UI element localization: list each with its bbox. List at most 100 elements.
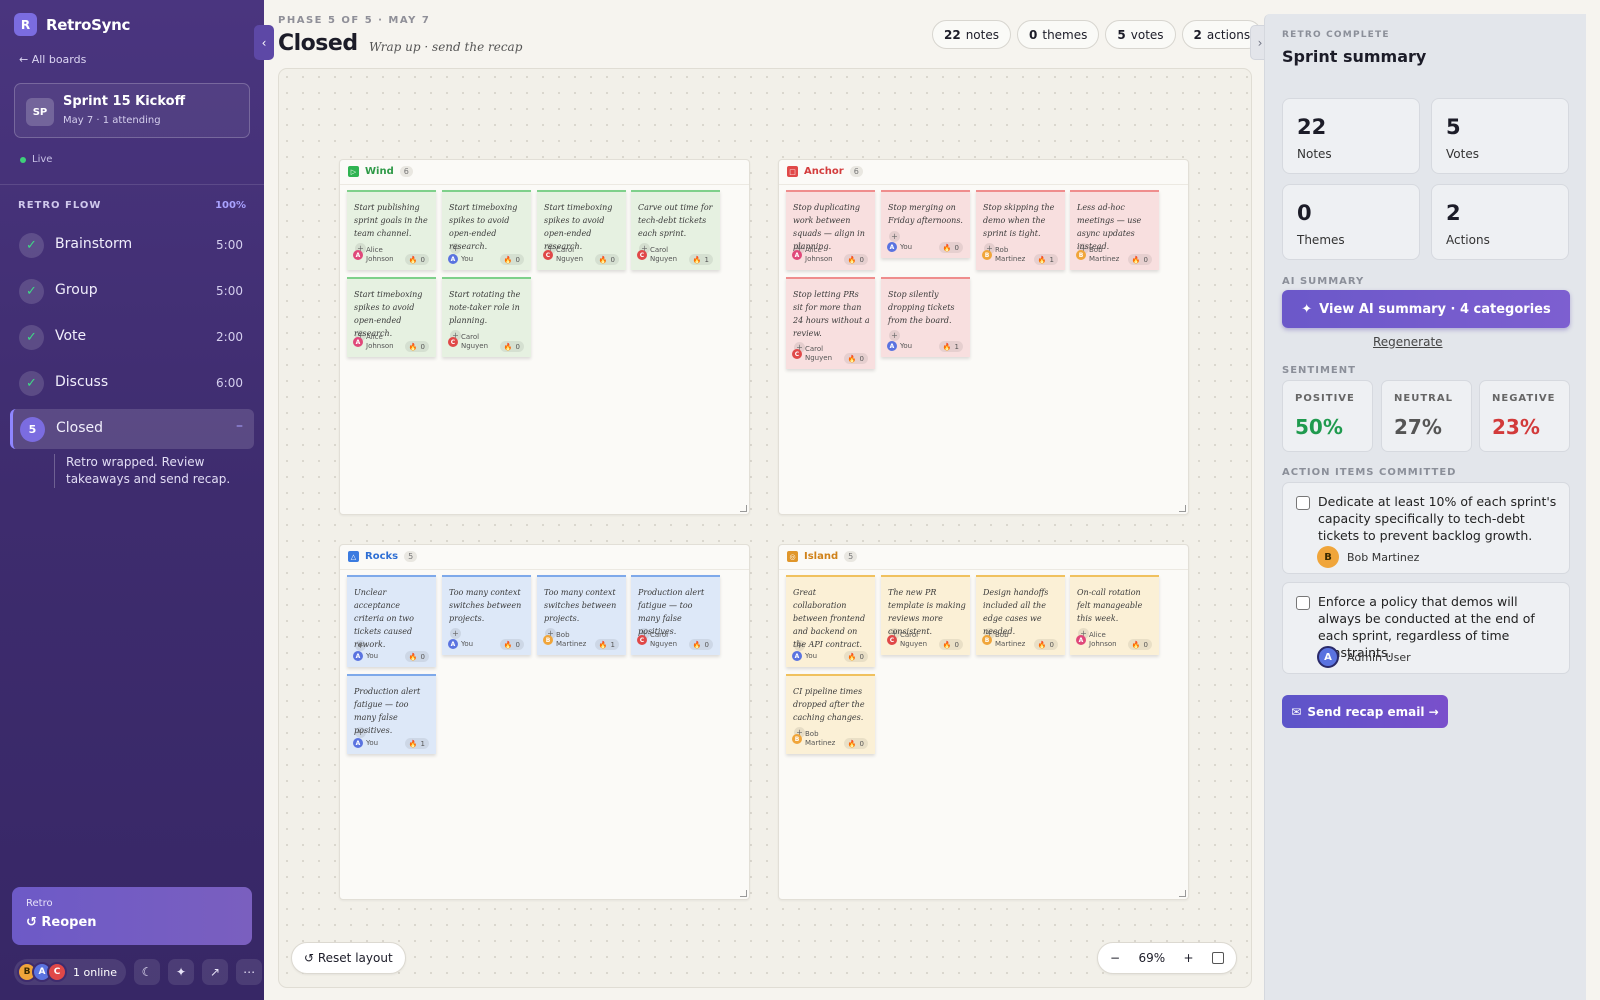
add-reaction-icon[interactable]: + [355,640,366,651]
sticky-note[interactable]: The new PR template is making reviews mo… [881,575,970,655]
vote-value: 0 [704,640,709,649]
sticky-note[interactable]: CI pipeline times dropped after the cach… [786,674,875,754]
sentiment-positive: POSITIVE 50% [1282,380,1373,452]
summary-title: Sprint summary [1282,47,1427,66]
zone-anchor[interactable]: □ Anchor 6 Stop duplicating work between… [778,159,1189,515]
vote-count[interactable]: 🔥 0 [1033,639,1058,650]
reopen-card[interactable]: Retro ↺ Reopen [12,887,252,945]
vote-count[interactable]: 🔥 0 [843,254,868,265]
wind-icon: ▷ [348,166,359,177]
board-avatar: SP [26,98,54,126]
sticky-note[interactable]: Carve out time for tech-debt tickets eac… [631,190,720,270]
vote-count[interactable]: 🔥 1 [938,341,963,352]
vote-count[interactable]: 🔥 0 [404,651,429,662]
presence[interactable]: B A C 1 online [14,959,127,985]
avatar: A [353,250,363,260]
step-group[interactable]: ✓ Group 5:00 [10,271,254,311]
vote-count[interactable]: 🔥 0 [499,341,524,352]
sticky-note[interactable]: On-call rotation felt manageable this we… [1070,575,1159,655]
view-ai-summary-button[interactable]: ✦ View AI summary · 4 categories [1282,290,1570,328]
vote-count[interactable]: 🔥 0 [843,651,868,662]
resize-handle-icon[interactable] [740,890,747,897]
vote-count[interactable]: 🔥 1 [404,738,429,749]
sticky-note[interactable]: Production alert fatigue — too many fals… [347,674,436,754]
vote-count[interactable]: 🔥 0 [688,639,713,650]
vote-count[interactable]: 🔥 0 [404,254,429,265]
sticky-note[interactable]: Start timeboxing spikes to avoid open-en… [537,190,626,270]
sticky-note[interactable]: Start timeboxing spikes to avoid open-en… [347,277,436,357]
regenerate-link[interactable]: Regenerate [1373,335,1443,349]
vote-count[interactable]: 🔥 1 [1033,254,1058,265]
sticky-note[interactable]: Stop skipping the demo when the sprint i… [976,190,1065,270]
sparkle-icon: ✦ [1301,301,1313,317]
sticky-note[interactable]: Less ad-hoc meetings — use async updates… [1070,190,1159,270]
sticky-note[interactable]: Stop letting PRs sit for more than 24 ho… [786,277,875,369]
board-card[interactable]: SP Sprint 15 Kickoff May 7 · 1 attending [14,83,250,138]
vote-value: 0 [859,255,864,264]
vote-count[interactable]: 🔥 0 [499,639,524,650]
sticky-note[interactable]: Design handoffs included all the edge ca… [976,575,1065,655]
vote-count[interactable]: 🔥 0 [1127,254,1152,265]
action-checkbox[interactable] [1296,496,1310,510]
zone-island[interactable]: ◎ Island 5 Great collaboration between f… [778,544,1189,900]
step-brainstorm[interactable]: ✓ Brainstorm 5:00 [10,225,254,265]
resize-handle-icon[interactable] [1179,505,1186,512]
sticky-note[interactable]: Stop duplicating work between squads — a… [786,190,875,270]
zoom-in-button[interactable]: + [1184,951,1194,965]
zone-rocks[interactable]: △ Rocks 5 Unclear acceptance criteria on… [339,544,750,900]
all-boards-link[interactable]: ← All boards [19,53,86,66]
step-closed[interactable]: 5 Closed – [10,409,254,449]
reset-layout-button[interactable]: ↺ Reset layout [291,942,406,974]
add-reaction-icon[interactable]: + [794,640,805,651]
vote-count[interactable]: 🔥 0 [843,353,868,364]
vote-count[interactable]: 🔥 1 [594,639,619,650]
sticky-note[interactable]: Stop silently dropping tickets from the … [881,277,970,357]
collapse-sidebar-button[interactable]: ‹ [254,25,274,60]
more-icon[interactable]: ⋯ [236,959,263,985]
sticky-note[interactable]: Stop merging on Friday afternoons. + A You 🔥… [881,190,970,258]
vote-count[interactable]: 🔥 0 [938,242,963,253]
resize-handle-icon[interactable] [740,505,747,512]
add-reaction-icon[interactable]: + [355,727,366,738]
share-icon[interactable]: ↗ [202,959,229,985]
vote-count[interactable]: 🔥 0 [594,254,619,265]
zone-wind[interactable]: ▷ Wind 6 Start publishing sprint goals i… [339,159,750,515]
live-dot-icon [20,156,26,163]
live-status: Live [20,154,52,165]
collapse-icon[interactable]: – [236,418,243,434]
step-discuss[interactable]: ✓ Discuss 6:00 [10,363,254,403]
fit-screen-icon[interactable] [1211,952,1224,964]
sticky-note[interactable]: Too many context switches between projec… [442,575,531,655]
add-reaction-icon[interactable]: + [450,243,461,254]
sparkle-icon[interactable]: ✦ [168,959,195,985]
vote-count[interactable]: 🔥 0 [404,341,429,352]
sticky-note[interactable]: Production alert fatigue — too many fals… [631,575,720,655]
sticky-note[interactable]: Too many context switches between projec… [537,575,626,655]
action-owner: B Bob Martinez [1317,546,1419,568]
sticky-note[interactable]: Start timeboxing spikes to avoid open-en… [442,190,531,270]
add-reaction-icon[interactable]: + [889,231,900,242]
summary-panel: RETRO COMPLETE Sprint summary 22 Notes 5… [1264,14,1586,1000]
send-recap-button[interactable]: ✉ Send recap email → [1282,695,1448,728]
sticky-note[interactable]: Unclear acceptance criteria on two ticke… [347,575,436,667]
resize-handle-icon[interactable] [1179,890,1186,897]
add-reaction-icon[interactable]: + [450,628,461,639]
step-vote[interactable]: ✓ Vote 2:00 [10,317,254,357]
vote-value: 0 [420,342,425,351]
moon-icon[interactable]: ☾ [134,959,161,985]
sticky-note[interactable]: Great collaboration between frontend and… [786,575,875,667]
zoom-out-button[interactable]: − [1110,951,1120,965]
note-author: C Carol Nguyen [637,631,688,649]
sticky-note[interactable]: Start publishing sprint goals in the tea… [347,190,436,270]
brand[interactable]: R RetroSync [14,13,130,36]
board-canvas[interactable]: ▷ Wind 6 Start publishing sprint goals i… [278,68,1252,988]
vote-count[interactable]: 🔥 0 [843,738,868,749]
reopen-button[interactable]: ↺ Reopen [26,915,97,930]
vote-count[interactable]: 🔥 0 [1127,639,1152,650]
add-reaction-icon[interactable]: + [889,330,900,341]
sticky-note[interactable]: Start rotating the note-taker role in pl… [442,277,531,357]
action-checkbox[interactable] [1296,596,1310,610]
vote-count[interactable]: 🔥 1 [688,254,713,265]
vote-count[interactable]: 🔥 0 [499,254,524,265]
vote-count[interactable]: 🔥 0 [938,639,963,650]
